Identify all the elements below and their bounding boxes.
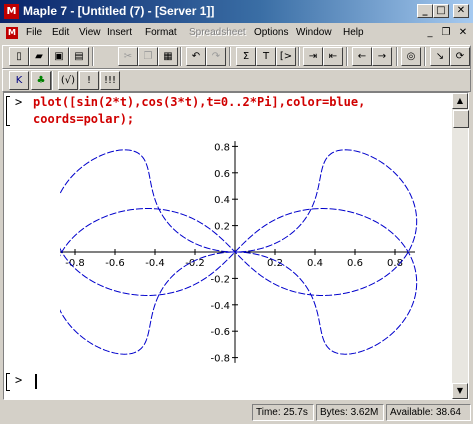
maple-leaf-icon[interactable]: M [4, 4, 19, 19]
menu-insert[interactable]: Insert [107, 26, 132, 40]
save-icon[interactable]: ▣ [49, 47, 69, 66]
execute-icon[interactable]: ! [79, 71, 99, 90]
y-tick-label: 0.8 [214, 142, 230, 153]
y-tick-label: -0.2 [210, 274, 230, 285]
empty-prompt: > [15, 373, 23, 387]
zoom-icon[interactable]: ↘ [430, 47, 450, 66]
expression-icon[interactable]: (√) [58, 71, 78, 90]
copy-icon[interactable]: ❐ [138, 47, 158, 66]
menu-help[interactable]: Help [343, 26, 364, 40]
status-bytes: Bytes: 3.62M [316, 404, 384, 421]
y-tick-label: 0.6 [214, 169, 230, 180]
toolbar-separator [92, 47, 94, 66]
y-tick-label: -0.6 [210, 327, 230, 338]
toolbar-separator [396, 47, 398, 66]
toolbar-separator [298, 47, 300, 66]
insert-prompt-icon[interactable]: [> [276, 47, 296, 66]
menu-window[interactable]: Window [296, 26, 332, 40]
minimize-button[interactable]: _ [417, 4, 433, 18]
sigma-icon[interactable]: Σ [236, 47, 256, 66]
stop-icon[interactable]: ◎ [401, 47, 421, 66]
scroll-down-icon[interactable]: ▼ [452, 383, 468, 399]
redo-icon[interactable]: ↷ [206, 47, 226, 66]
execution-group-bracket[interactable] [6, 96, 10, 126]
restart-icon[interactable]: ⟳ [450, 47, 470, 66]
command-line-1[interactable]: plot([sin(2*t),cos(3*t),t=0..2*Pi],color… [33, 93, 365, 111]
print-icon[interactable]: ▤ [69, 47, 89, 66]
doc-restore-button[interactable]: ❐ [439, 27, 453, 39]
toolbar-separator [424, 47, 426, 66]
polar-plot: -0.8 -0.6 -0.4 -0.2 0.2 0.4 0.6 0.80.80.60.40.2… [60, 141, 418, 365]
toolbar-separator [180, 47, 182, 66]
leaf-icon[interactable]: ♣ [31, 71, 51, 90]
back-icon[interactable]: ← [352, 47, 372, 66]
y-tick-label: 0.4 [214, 195, 230, 206]
toolbar-separator [346, 47, 348, 66]
indent-icon[interactable]: ⇥ [303, 47, 323, 66]
input-prompt: > [15, 95, 23, 109]
doc-close-button[interactable]: ✕ [456, 27, 470, 39]
menu-spreadsheet: Spreadsheet [189, 27, 246, 38]
y-tick-label: -0.4 [210, 301, 230, 312]
text-cursor [35, 374, 37, 389]
paste-icon[interactable]: ▦ [158, 47, 178, 66]
status-available: Available: 38.64 [386, 404, 471, 421]
x-tick-label: 0.6 [347, 258, 363, 269]
y-tick-label: -0.8 [210, 354, 230, 365]
maximize-button[interactable]: □ [433, 4, 449, 18]
doc-minimize-button[interactable]: _ [423, 27, 437, 39]
x-tick-label: 0.4 [307, 258, 323, 269]
command-line-2[interactable]: coords=polar); [33, 110, 134, 128]
scroll-up-icon[interactable]: ▲ [452, 93, 468, 109]
undo-icon[interactable]: ↶ [186, 47, 206, 66]
toolbar-separator [229, 47, 231, 66]
menu-file[interactable]: File [26, 26, 42, 40]
document-icon[interactable]: M [6, 27, 18, 39]
close-button[interactable]: ✕ [453, 4, 469, 18]
menu-options[interactable]: Options [254, 26, 288, 40]
text-mode-icon[interactable]: T [256, 47, 276, 66]
x-tick-label: -0.4 [145, 258, 165, 269]
x-tick-label: -0.6 [105, 258, 125, 269]
vertical-scrollbar[interactable]: ▲ ▼ [452, 93, 468, 399]
menu-edit[interactable]: Edit [52, 26, 69, 40]
new-document-icon[interactable]: ▯ [9, 47, 29, 66]
forward-icon[interactable]: → [372, 47, 392, 66]
cut-icon[interactable]: ✂ [118, 47, 138, 66]
open-folder-icon[interactable]: ▰ [29, 47, 49, 66]
x-tick-label: -0.8 [65, 258, 85, 269]
x-tick-label: 0.8 [387, 258, 403, 269]
scrollbar-thumb[interactable] [453, 110, 469, 128]
y-tick-label: 0.2 [214, 222, 230, 233]
window-title: Maple 7 - [Untitled (7) - [Server 1]] [23, 4, 215, 18]
menu-format[interactable]: Format [145, 26, 177, 40]
status-time: Time: 25.7s [252, 404, 314, 421]
execute-all-icon[interactable]: !!! [100, 71, 120, 90]
maple-input-icon[interactable]: K [9, 71, 29, 90]
execution-group-bracket-empty[interactable] [6, 373, 10, 391]
menu-view[interactable]: View [79, 26, 101, 40]
outdent-icon[interactable]: ⇤ [323, 47, 343, 66]
